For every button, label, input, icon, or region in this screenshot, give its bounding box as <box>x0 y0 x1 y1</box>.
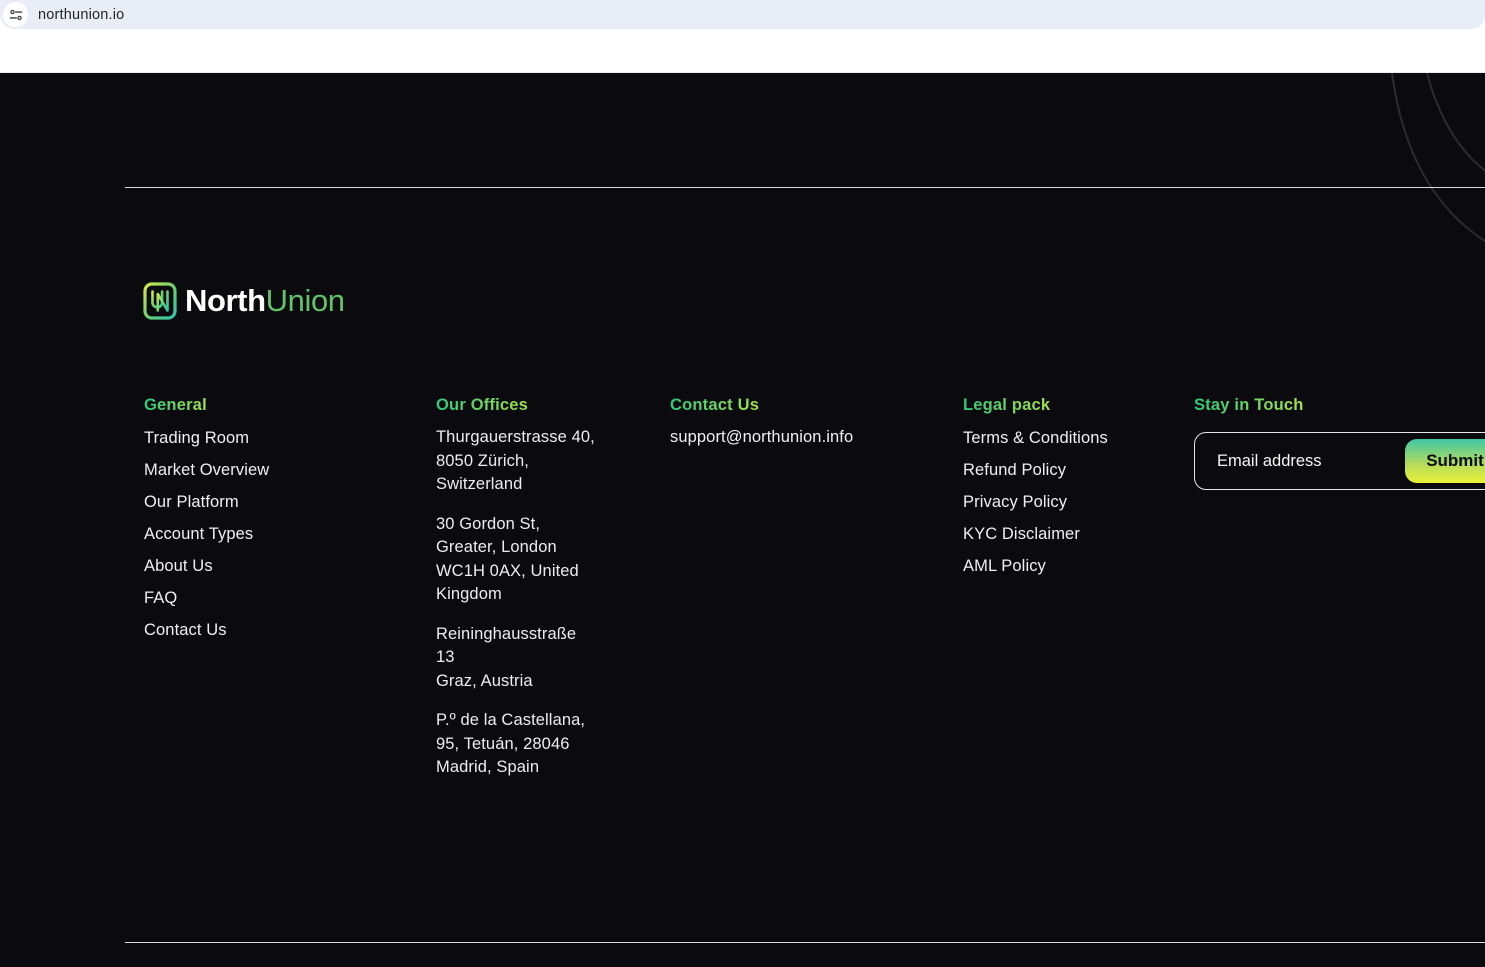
footer-link[interactable]: Contact Us <box>144 621 324 640</box>
browser-url-bar[interactable]: northunion.io <box>0 0 1485 29</box>
column-title-general: General <box>144 395 207 415</box>
tune-icon <box>9 8 23 22</box>
support-email-link[interactable]: support@northunion.info <box>670 428 890 447</box>
brand-name-light: Union <box>266 283 345 318</box>
column-title-stay-in-touch: Stay in Touch <box>1194 395 1304 415</box>
divider-top <box>125 187 1485 188</box>
brand-wordmark: NorthUnion <box>185 282 345 320</box>
footer-link[interactable]: About Us <box>144 557 324 576</box>
brand-logo[interactable]: NorthUnion <box>143 282 345 320</box>
office-address: P.º de la Castellana, 95, Tetuán, 28046 … <box>436 709 596 780</box>
newsletter-form: Submit <box>1194 432 1485 490</box>
footer-link[interactable]: Trading Room <box>144 429 324 448</box>
office-address: Thurgauerstrasse 40, 8050 Zürich, Switze… <box>436 426 596 497</box>
decorative-arcs <box>1310 73 1485 283</box>
column-title-offices: Our Offices <box>436 395 528 415</box>
footer-column-stay-in-touch: Stay in Touch Submit <box>1194 395 1485 490</box>
general-links: Trading Room Market Overview Our Platform A… <box>144 429 324 640</box>
office-addresses: Thurgauerstrasse 40, 8050 Zürich, Switze… <box>436 426 596 780</box>
footer-link[interactable]: Market Overview <box>144 461 324 480</box>
email-input[interactable] <box>1195 433 1395 489</box>
footer-link[interactable]: Account Types <box>144 525 324 544</box>
footer-column-general: General Trading Room Market Overview Our P… <box>144 395 324 653</box>
column-title-contact: Contact Us <box>670 395 759 415</box>
footer-link[interactable]: AML Policy <box>963 557 1143 576</box>
footer-link[interactable]: Privacy Policy <box>963 493 1143 512</box>
column-title-legal: Legal pack <box>963 395 1050 415</box>
brand-name-bold: North <box>185 283 266 318</box>
footer-link[interactable]: Terms & Conditions <box>963 429 1143 448</box>
northunion-logo-icon <box>143 282 177 320</box>
footer-column-offices: Our Offices Thurgauerstrasse 40, 8050 Zü… <box>436 395 596 796</box>
url-text[interactable]: northunion.io <box>38 7 124 23</box>
footer-column-contact: Contact Us support@northunion.info <box>670 395 890 447</box>
footer-link[interactable]: Our Platform <box>144 493 324 512</box>
site-settings-button[interactable] <box>3 2 28 27</box>
footer-link[interactable]: KYC Disclaimer <box>963 525 1143 544</box>
footer-link[interactable]: Refund Policy <box>963 461 1143 480</box>
footer-link[interactable]: FAQ <box>144 589 324 608</box>
divider-bottom <box>125 942 1485 943</box>
footer: NorthUnion General Trading Room Market Ov… <box>0 72 1485 967</box>
office-address: 30 Gordon St, Greater, London WC1H 0AX, … <box>436 513 596 607</box>
legal-links: Terms & Conditions Refund Policy Privacy P… <box>963 429 1143 576</box>
submit-button[interactable]: Submit <box>1405 439 1485 483</box>
footer-column-legal: Legal pack Terms & Conditions Refund Poli… <box>963 395 1143 589</box>
office-address: Reininghausstraße 13 Graz, Austria <box>436 623 596 694</box>
